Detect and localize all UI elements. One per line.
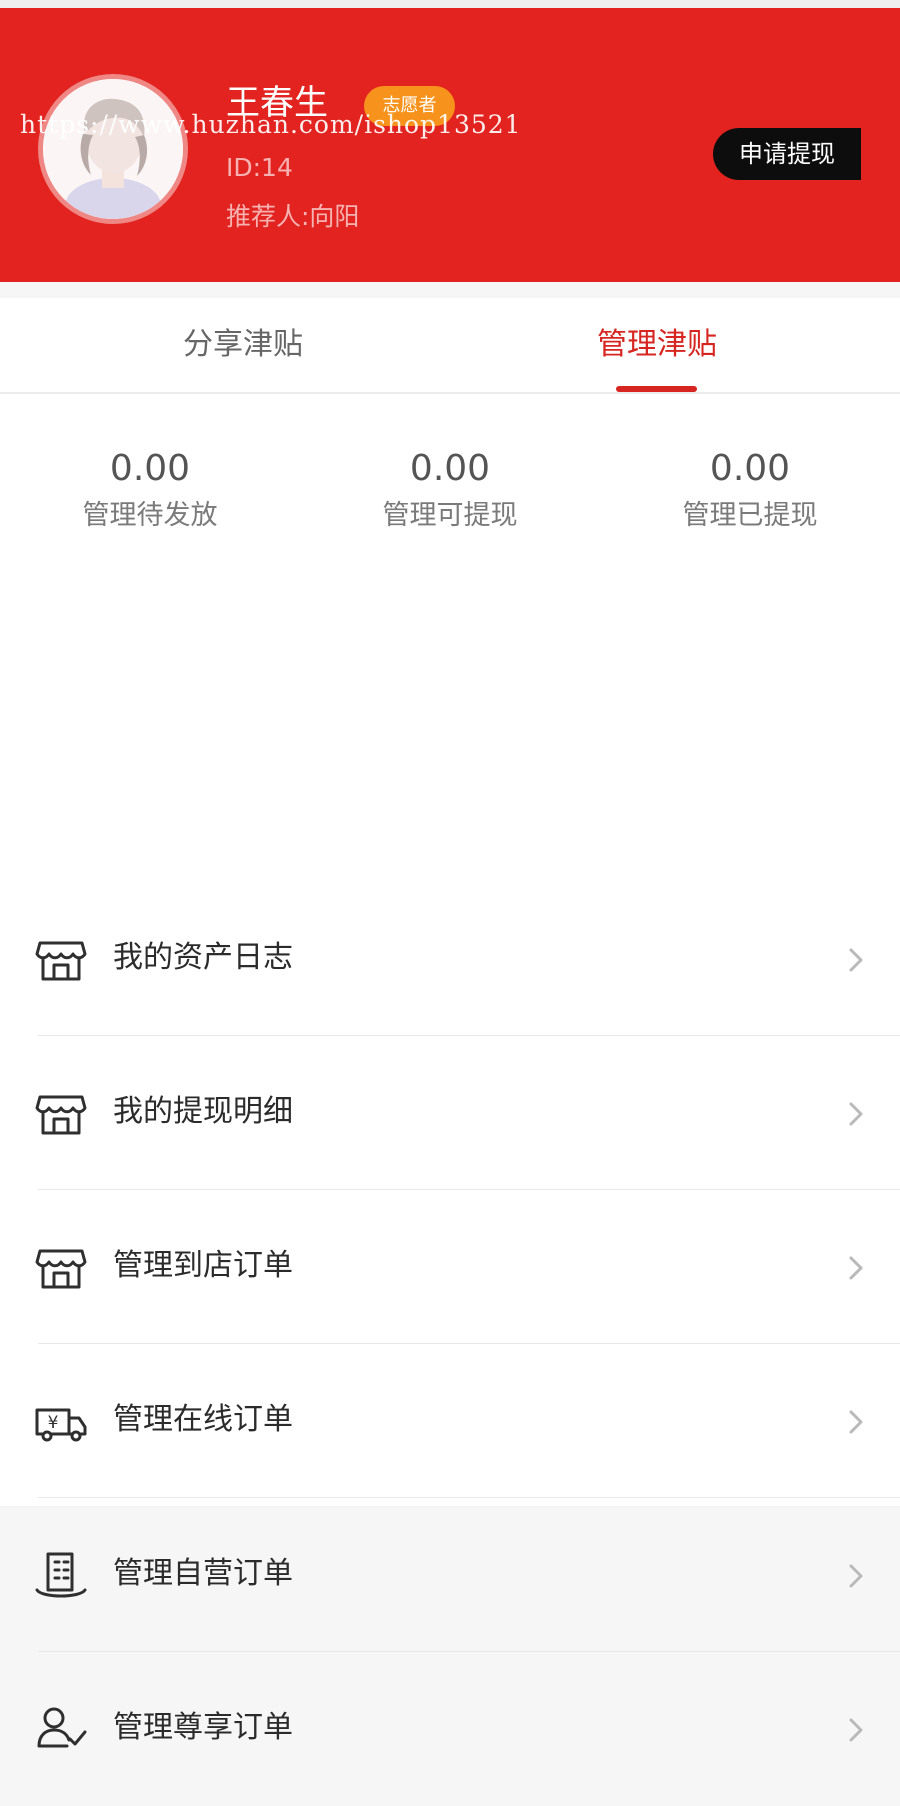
withdraw-button[interactable]: 申请提现: [713, 128, 861, 180]
menu-item-online-orders[interactable]: ¥ 管理在线订单: [0, 1344, 900, 1498]
user-id: ID:14: [226, 153, 293, 182]
stat-withdrawn-value: 0.00: [709, 448, 791, 489]
menu-item-label: 管理尊享订单: [113, 1710, 293, 1745]
tab-share-allowance[interactable]: 分享津贴: [33, 298, 453, 392]
stat-withdrawable: 0.00 管理可提现: [335, 446, 565, 534]
default-avatar-icon: [43, 79, 183, 219]
menu-item-label: 管理到店订单: [113, 1248, 293, 1283]
stat-withdrawn: 0.00 管理已提现: [635, 446, 865, 534]
menu-item-self-operated-orders[interactable]: 管理自营订单: [0, 1498, 900, 1652]
referrer: 推荐人:向阳: [226, 202, 360, 231]
status-bar-area: [0, 0, 900, 8]
allowance-tabs: 分享津贴 管理津贴: [0, 298, 900, 394]
tab-management-allowance[interactable]: 管理津贴: [447, 298, 867, 392]
svg-text:¥: ¥: [48, 1413, 59, 1433]
active-tab-indicator: [616, 386, 697, 392]
stat-pending-value: 0.00: [109, 448, 191, 489]
building-icon: [35, 1552, 87, 1598]
chevron-right-icon: [849, 1256, 863, 1280]
stat-pending-label: 管理待发放: [82, 500, 218, 531]
stat-withdrawable-label: 管理可提现: [382, 500, 518, 531]
menu-item-label: 我的资产日志: [113, 940, 293, 975]
chevron-right-icon: [849, 1564, 863, 1588]
chevron-right-icon: [849, 1410, 863, 1434]
menu-item-label: 管理自营订单: [113, 1556, 293, 1591]
user-check-icon: [37, 1707, 87, 1748]
allowance-panel: 分享津贴 管理津贴 0.00 管理待发放 0.00 管理可提现 0.00 管理已…: [0, 298, 900, 1748]
watermark-text: https://www.huzhan.com/ishop13521: [20, 110, 522, 139]
menu-item-store-orders[interactable]: 管理到店订单: [0, 1190, 900, 1344]
chevron-right-icon: [849, 948, 863, 972]
profile-header: 王春生 志愿者 https://www.huzhan.com/ishop1352…: [0, 8, 900, 282]
stat-withdrawable-value: 0.00: [409, 448, 491, 489]
stat-pending: 0.00 管理待发放: [35, 446, 265, 534]
avatar[interactable]: [38, 74, 188, 224]
chevron-right-icon: [849, 1718, 863, 1742]
truck-icon: ¥: [35, 1408, 87, 1442]
store-icon: [35, 941, 87, 981]
menu-item-label: 我的提现明细: [113, 1094, 293, 1129]
store-icon: [35, 1249, 87, 1289]
stat-withdrawn-label: 管理已提现: [682, 500, 818, 531]
menu-item-withdraw-details[interactable]: 我的提现明细: [0, 1036, 900, 1190]
menu-item-premium-orders[interactable]: 管理尊享订单: [0, 1652, 900, 1806]
menu-item-asset-log[interactable]: 我的资产日志: [0, 882, 900, 1036]
menu-item-label: 管理在线订单: [113, 1402, 293, 1437]
chevron-right-icon: [849, 1102, 863, 1126]
store-icon: [35, 1095, 87, 1135]
